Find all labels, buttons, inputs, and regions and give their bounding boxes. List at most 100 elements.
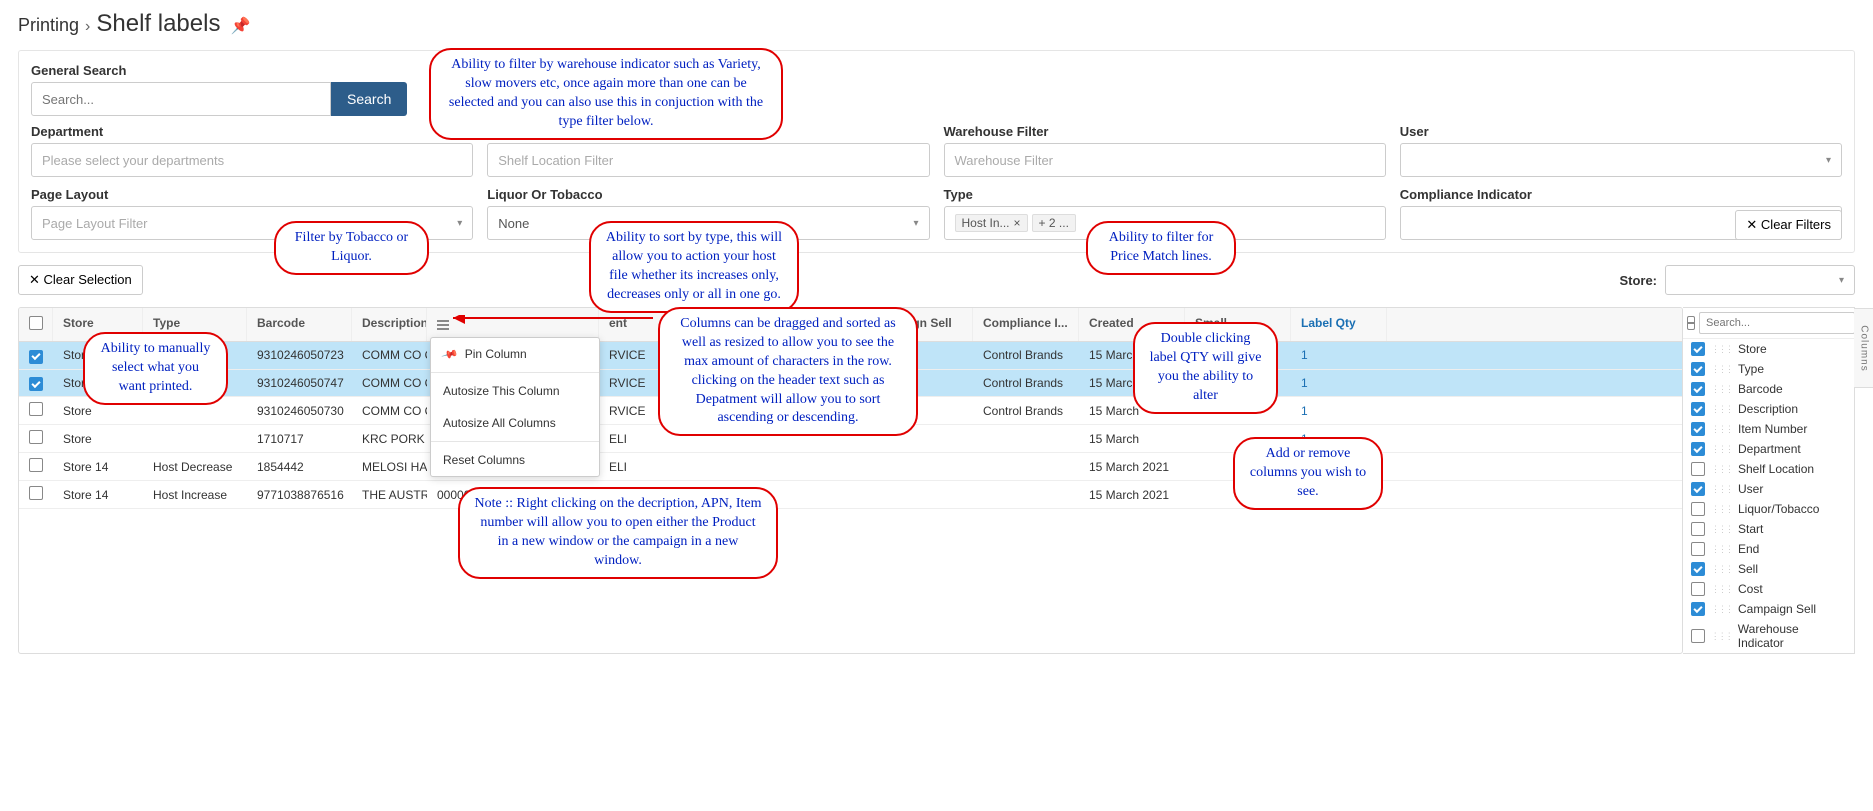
drag-icon[interactable]: ⋮⋮⋮ <box>1711 404 1732 415</box>
column-toggle-row[interactable]: ⋮⋮⋮ Store <box>1683 339 1854 359</box>
columns-select-all-checkbox[interactable] <box>1687 316 1695 330</box>
menu-reset-columns[interactable]: Reset Columns <box>431 444 599 476</box>
header-label-qty[interactable]: Label Qty <box>1291 308 1387 341</box>
drag-icon[interactable]: ⋮⋮⋮ <box>1711 544 1732 555</box>
user-select[interactable]: ▾ <box>1400 143 1842 177</box>
cell-label-qty[interactable]: 1 <box>1291 343 1387 367</box>
drag-icon[interactable]: ⋮⋮⋮ <box>1711 384 1732 395</box>
close-icon[interactable]: × <box>1014 216 1021 230</box>
column-checkbox[interactable] <box>1691 482 1705 496</box>
type-tag[interactable]: Host In... × <box>955 214 1028 232</box>
clear-selection-button[interactable]: ✕ Clear Selection <box>18 265 143 295</box>
column-toggle-row[interactable]: ⋮⋮⋮End <box>1683 539 1854 559</box>
column-context-menu: 📌Pin Column Autosize This Column Autosiz… <box>430 337 600 477</box>
warehouse-filter-input[interactable]: Warehouse Filter <box>944 143 1386 177</box>
row-checkbox[interactable] <box>29 402 43 416</box>
row-checkbox[interactable] <box>29 377 43 391</box>
cell-description: KRC PORK ROA <box>352 427 427 451</box>
menu-autosize-this[interactable]: Autosize This Column <box>431 375 599 407</box>
column-checkbox[interactable] <box>1691 362 1705 376</box>
search-input[interactable] <box>31 82 331 116</box>
column-checkbox[interactable] <box>1691 422 1705 436</box>
compliance-label: Compliance Indicator <box>1400 187 1842 202</box>
breadcrumb-section[interactable]: Printing <box>18 15 79 36</box>
pin-icon: 📌 <box>441 345 459 363</box>
column-name: Store <box>1738 342 1767 356</box>
menu-pin-column[interactable]: 📌Pin Column <box>431 338 599 370</box>
columns-tab[interactable]: Columns <box>1854 308 1873 388</box>
column-toggle-row[interactable]: ⋮⋮⋮ Sell <box>1683 559 1854 579</box>
header-checkbox[interactable] <box>19 308 53 341</box>
column-name: Start <box>1738 522 1763 536</box>
column-toggle-row[interactable]: ⋮⋮⋮ Start <box>1683 519 1854 539</box>
table-row[interactable]: Store 14Host Increase9771038876516THE AU… <box>19 481 1682 509</box>
row-checkbox[interactable] <box>29 350 43 364</box>
callout-warehouse: Ability to filter by warehouse indicator… <box>429 48 783 140</box>
column-name: Barcode <box>1738 382 1783 396</box>
table-row[interactable]: Store 14Host Decrease1854442MELOSI HAM D… <box>19 453 1682 481</box>
column-checkbox[interactable] <box>1691 442 1705 456</box>
drag-icon[interactable]: ⋮⋮⋮ <box>1711 424 1732 435</box>
drag-icon[interactable]: ⋮⋮⋮ <box>1711 604 1732 615</box>
column-toggle-row[interactable]: ⋮⋮⋮Liquor/Tobacco <box>1683 499 1854 519</box>
cell-label-qty[interactable]: 1 <box>1291 399 1387 423</box>
drag-icon[interactable]: ⋮⋮⋮ <box>1711 344 1732 355</box>
drag-icon[interactable]: ⋮⋮⋮ <box>1711 504 1732 515</box>
column-checkbox[interactable] <box>1691 402 1705 416</box>
row-checkbox[interactable] <box>29 458 43 472</box>
column-checkbox[interactable] <box>1691 502 1705 516</box>
store-select[interactable]: ▾ <box>1665 265 1855 295</box>
type-more-tag[interactable]: + 2 ... <box>1032 214 1076 232</box>
menu-autosize-all[interactable]: Autosize All Columns <box>431 407 599 439</box>
cell-type: Host Decrease <box>143 455 247 479</box>
column-toggle-row[interactable]: ⋮⋮⋮Type <box>1683 359 1854 379</box>
column-toggle-row[interactable]: ⋮⋮⋮ Item Number <box>1683 419 1854 439</box>
column-toggle-row[interactable]: ⋮⋮⋮Campaign Sell <box>1683 599 1854 619</box>
drag-icon[interactable]: ⋮⋮⋮ <box>1711 584 1732 595</box>
column-toggle-row[interactable]: ⋮⋮⋮Cost <box>1683 579 1854 599</box>
columns-search-input[interactable] <box>1699 312 1855 334</box>
drag-icon[interactable]: ⋮⋮⋮ <box>1711 564 1732 575</box>
column-checkbox[interactable] <box>1691 462 1705 476</box>
column-checkbox[interactable] <box>1691 522 1705 536</box>
callout-add-remove-cols: Add or remove columns you wish to see. <box>1233 437 1383 510</box>
drag-icon[interactable]: ⋮⋮⋮ <box>1711 631 1732 642</box>
cell-campaign-sell <box>899 490 973 500</box>
drag-icon[interactable]: ⋮⋮⋮ <box>1711 524 1732 535</box>
department-select[interactable]: Please select your departments <box>31 143 473 177</box>
cell-description: MELOSI HAM D <box>352 455 427 479</box>
header-compliance[interactable]: Compliance I... <box>973 308 1079 341</box>
drag-icon[interactable]: ⋮⋮⋮ <box>1711 364 1732 375</box>
column-checkbox[interactable] <box>1691 562 1705 576</box>
drag-icon[interactable]: ⋮⋮⋮ <box>1711 484 1732 495</box>
column-checkbox[interactable] <box>1691 602 1705 616</box>
header-barcode[interactable]: Barcode <box>247 308 352 341</box>
drag-icon[interactable]: ⋮⋮⋮ <box>1711 444 1732 455</box>
column-toggle-row[interactable]: ⋮⋮⋮ User <box>1683 479 1854 499</box>
cell-campaign-sell <box>899 434 973 444</box>
column-checkbox[interactable] <box>1691 382 1705 396</box>
cell-created: 15 March 2021 <box>1079 455 1185 479</box>
column-toggle-row[interactable]: ⋮⋮⋮Department <box>1683 439 1854 459</box>
column-name: Item Number <box>1738 422 1807 436</box>
column-toggle-row[interactable]: ⋮⋮⋮ Barcode <box>1683 379 1854 399</box>
column-checkbox[interactable] <box>1691 582 1705 596</box>
row-checkbox[interactable] <box>29 486 43 500</box>
header-description[interactable]: Description <box>352 308 427 341</box>
column-checkbox[interactable] <box>1691 542 1705 556</box>
search-button[interactable]: Search <box>331 82 407 116</box>
column-toggle-row[interactable]: ⋮⋮⋮Description <box>1683 399 1854 419</box>
liquor-tobacco-label: Liquor Or Tobacco <box>487 187 929 202</box>
column-toggle-row[interactable]: ⋮⋮⋮Shelf Location <box>1683 459 1854 479</box>
column-toggle-row[interactable]: ⋮⋮⋮Warehouse Indicator <box>1683 619 1854 653</box>
column-name: User <box>1738 482 1763 496</box>
shelf-location-input[interactable]: Shelf Location Filter <box>487 143 929 177</box>
column-checkbox[interactable] <box>1691 342 1705 356</box>
drag-icon[interactable]: ⋮⋮⋮ <box>1711 464 1732 475</box>
column-name: Sell <box>1738 562 1758 576</box>
pin-icon[interactable]: 📌 <box>230 16 250 36</box>
column-checkbox[interactable] <box>1691 629 1705 643</box>
cell-label-qty[interactable]: 1 <box>1291 371 1387 395</box>
row-checkbox[interactable] <box>29 430 43 444</box>
clear-filters-button[interactable]: ✕ Clear Filters <box>1735 210 1842 240</box>
